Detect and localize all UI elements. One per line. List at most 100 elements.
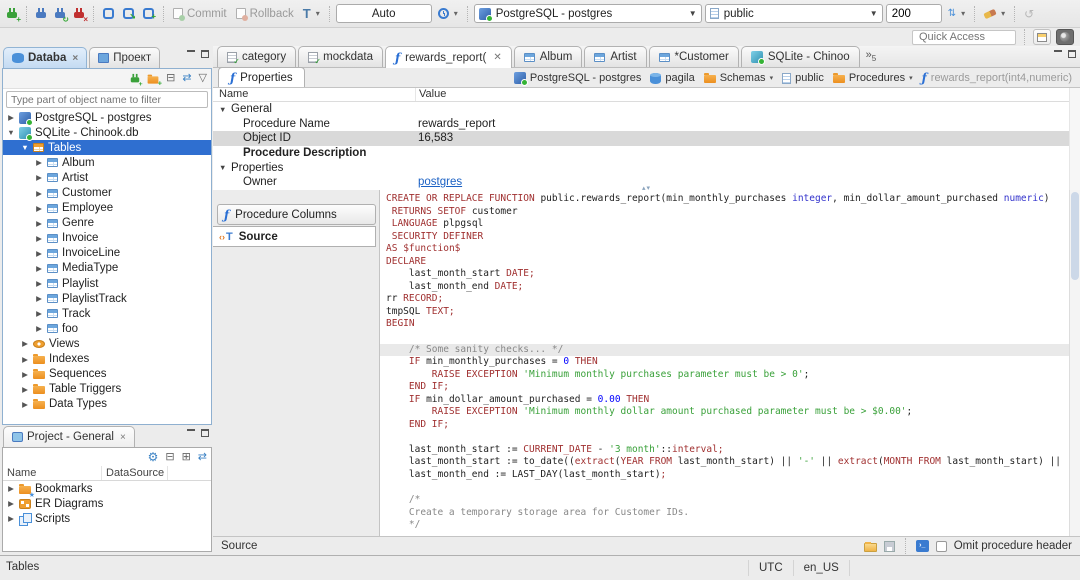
maximize-icon[interactable] bbox=[201, 429, 209, 437]
grid-row-procedure-description[interactable]: Procedure Description bbox=[213, 146, 1080, 161]
subtab-procedure-columns[interactable]: ƒ Procedure Columns bbox=[217, 204, 376, 225]
tree-item-customer[interactable]: ▶ Customer bbox=[3, 185, 211, 200]
chevron-right-icon[interactable]: ▶ bbox=[21, 339, 29, 348]
chevron-right-icon[interactable]: ▶ bbox=[7, 484, 15, 493]
chevron-right-icon[interactable]: ▶ bbox=[35, 249, 43, 258]
tree-item-table-triggers[interactable]: ▶ Table Triggers bbox=[3, 382, 211, 397]
close-icon[interactable]: ✕ bbox=[493, 52, 501, 63]
tree-item-playlisttrack[interactable]: ▶ PlaylistTrack bbox=[3, 291, 211, 306]
editor-tab-album[interactable]: Album bbox=[513, 46, 583, 67]
collapse-all-icon[interactable]: ⊟ bbox=[165, 451, 174, 463]
minimize-icon[interactable] bbox=[1054, 50, 1063, 57]
view-menu-icon[interactable]: ▽ bbox=[199, 73, 207, 84]
tree-item-playlist[interactable]: ▶ Playlist bbox=[3, 276, 211, 291]
tree-item-invoice[interactable]: ▶ Invoice bbox=[3, 231, 211, 246]
chevron-right-icon[interactable]: ▶ bbox=[35, 279, 43, 288]
new-folder-icon[interactable]: + bbox=[147, 74, 162, 86]
link-with-editor-icon[interactable]: ⇄ bbox=[198, 451, 207, 463]
editor-tab-artist[interactable]: Artist bbox=[584, 46, 647, 67]
close-icon[interactable]: × bbox=[120, 432, 126, 443]
open-file-icon[interactable] bbox=[863, 541, 877, 552]
editor-tab-sqlite-chinoo[interactable]: SQLite - Chinoo bbox=[740, 46, 860, 67]
chevron-down-icon[interactable]: ▾ bbox=[909, 74, 913, 82]
tree-item-invoiceline[interactable]: ▶ InvoiceLine bbox=[3, 246, 211, 261]
editor-tab-mockdata[interactable]: mockdata bbox=[298, 46, 383, 67]
chevron-right-icon[interactable]: ▶ bbox=[35, 264, 43, 273]
link-with-editor-icon[interactable]: ⇄ bbox=[182, 73, 191, 84]
tree-item-tables[interactable]: ▼ Tables bbox=[3, 140, 211, 156]
tab-projects[interactable]: Проект bbox=[89, 47, 161, 68]
transaction-log-button[interactable]: T ▾ bbox=[300, 5, 323, 22]
status-timezone[interactable]: UTC bbox=[748, 560, 794, 576]
sql-editor-button[interactable] bbox=[100, 6, 117, 21]
connect-button[interactable] bbox=[33, 6, 49, 22]
connection-combo[interactable]: PostgreSQL - postgres ▼ bbox=[473, 4, 702, 23]
breadcrumb-item-rewards-report-int4-numeric-[interactable]: ƒ rewards_report(int4,numeric) bbox=[922, 72, 1072, 84]
dbeaver-perspective-button[interactable] bbox=[1056, 29, 1074, 45]
new-sql-editor-button[interactable]: ↘ bbox=[120, 6, 137, 21]
transaction-history-button[interactable]: ▾ bbox=[435, 6, 461, 21]
collapse-all-icon[interactable]: ⊟ bbox=[166, 73, 175, 84]
source-code-editor[interactable]: CREATE OR REPLACE FUNCTION public.reward… bbox=[380, 190, 1080, 536]
chevron-right-icon[interactable]: ▶ bbox=[21, 355, 29, 364]
tab-database-navigator[interactable]: Databa × bbox=[3, 47, 88, 68]
chevron-down-icon[interactable]: ▾ bbox=[770, 74, 774, 82]
chevron-down-icon[interactable]: ▼ bbox=[7, 128, 15, 137]
editor-tab-category[interactable]: category bbox=[217, 46, 297, 67]
chevron-right-icon[interactable]: ▶ bbox=[7, 113, 15, 122]
console-icon[interactable]: ›_ bbox=[915, 540, 929, 552]
tree-item-mediatype[interactable]: ▶ MediaType bbox=[3, 261, 211, 276]
tree-item-postgresql-postgres[interactable]: ▶ PostgreSQL - postgres bbox=[3, 110, 211, 126]
fetch-size-button[interactable]: ⇅ ▾ bbox=[945, 7, 968, 21]
subtab-source[interactable]: T Source bbox=[213, 226, 376, 247]
expand-all-icon[interactable]: ⊞ bbox=[182, 451, 191, 463]
maximize-icon[interactable] bbox=[201, 50, 209, 58]
chevron-right-icon[interactable]: ▶ bbox=[35, 204, 43, 213]
tree-item-artist[interactable]: ▶ Artist bbox=[3, 170, 211, 185]
save-icon[interactable] bbox=[883, 540, 895, 552]
editor-tab-rewards-report-[interactable]: ƒ rewards_report(✕ bbox=[384, 46, 512, 68]
erase-button[interactable]: ▾ bbox=[981, 7, 1008, 20]
tree-item-foo[interactable]: ▶ foo bbox=[3, 321, 211, 336]
quick-access-input[interactable] bbox=[912, 29, 1016, 45]
chevron-right-icon[interactable]: ▶ bbox=[21, 385, 29, 394]
scrollbar-thumb[interactable] bbox=[1071, 192, 1079, 280]
open-perspective-button[interactable] bbox=[1033, 29, 1051, 45]
navigator-filter-input[interactable] bbox=[6, 91, 208, 108]
breadcrumb-item-postgresql-postgres[interactable]: PostgreSQL - postgres bbox=[513, 72, 641, 86]
chevron-right-icon[interactable]: ▶ bbox=[35, 158, 43, 167]
chevron-right-icon[interactable]: ▶ bbox=[35, 219, 43, 228]
editor-tab--customer[interactable]: *Customer bbox=[648, 46, 739, 67]
close-icon[interactable]: × bbox=[72, 53, 78, 64]
tree-item-album[interactable]: ▶ Album bbox=[3, 155, 211, 170]
grid-row-object-id[interactable]: Object ID 16,583 bbox=[213, 131, 1080, 146]
omit-header-checkbox[interactable] bbox=[935, 540, 947, 552]
tree-item-sequences[interactable]: ▶ Sequences bbox=[3, 367, 211, 382]
chevron-right-icon[interactable]: ▶ bbox=[35, 309, 43, 318]
grid-row-general[interactable]: ▼ General bbox=[213, 102, 1080, 117]
chevron-right-icon[interactable]: ▶ bbox=[7, 514, 15, 523]
tab-project-general[interactable]: Project - General × bbox=[3, 426, 135, 447]
grid-row-properties[interactable]: ▼ Properties bbox=[213, 160, 1080, 175]
chevron-down-icon[interactable]: ▼ bbox=[21, 143, 29, 152]
maximize-icon[interactable] bbox=[1068, 50, 1076, 58]
chevron-right-icon[interactable]: ▶ bbox=[7, 499, 15, 508]
expander-icon[interactable]: ▼ bbox=[219, 105, 227, 114]
disconnect-button[interactable]: × bbox=[71, 6, 88, 23]
breadcrumb-item-procedures[interactable]: Procedures ▾ bbox=[832, 72, 913, 84]
minimize-icon[interactable] bbox=[187, 429, 196, 436]
breadcrumb-item-pagila[interactable]: pagila bbox=[650, 72, 695, 84]
chevron-right-icon[interactable]: ▶ bbox=[21, 370, 29, 379]
tab-overflow-button[interactable]: »5 bbox=[866, 49, 877, 63]
undo-button[interactable]: ↺ bbox=[1021, 6, 1037, 22]
transaction-mode-combo[interactable]: Auto bbox=[335, 4, 432, 23]
reconnect-button[interactable]: ↻ bbox=[52, 6, 69, 23]
grid-row-procedure-name[interactable]: Procedure Name rewards_report bbox=[213, 117, 1080, 132]
breadcrumb-item-schemas[interactable]: Schemas ▾ bbox=[703, 72, 774, 84]
rollback-button[interactable]: Rollback bbox=[233, 6, 297, 22]
gear-icon[interactable]: ⚙ bbox=[148, 451, 159, 463]
status-locale[interactable]: en_US bbox=[794, 560, 850, 576]
tree-item-views[interactable]: ▶ Views bbox=[3, 336, 211, 351]
code-scrollbar[interactable] bbox=[1069, 190, 1080, 536]
owner-link[interactable]: postgres bbox=[418, 176, 462, 188]
